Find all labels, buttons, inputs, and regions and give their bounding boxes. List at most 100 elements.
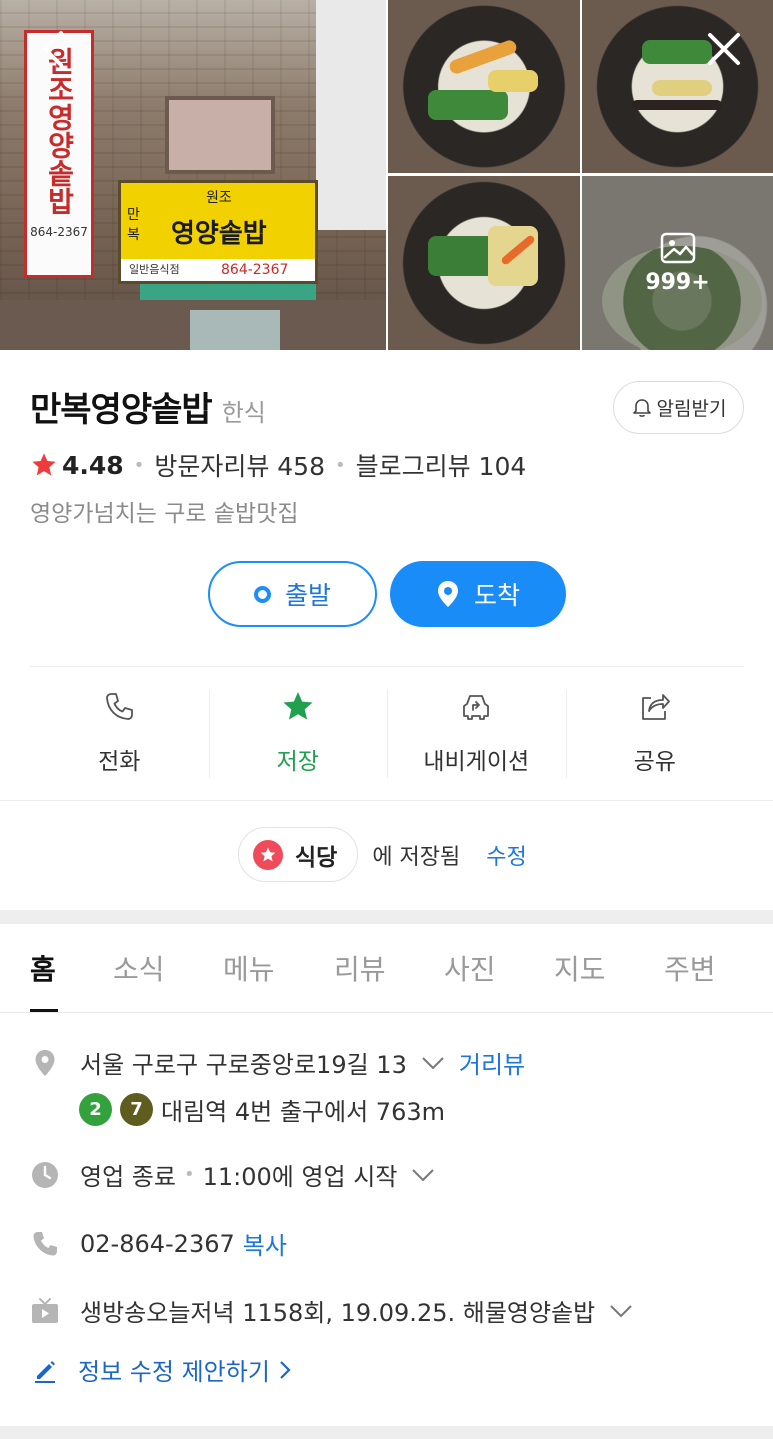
edit-saved-link[interactable]: 수정: [486, 839, 526, 871]
food-detail: [652, 80, 712, 96]
navigation-label: 내비게이션: [423, 749, 530, 775]
tv-text: 생방송오늘저녁 1158회, 19.09.25. 해물영양솥밥: [80, 1299, 596, 1327]
photo-count: 999+: [645, 269, 710, 295]
food-detail: [632, 100, 722, 110]
sky: [316, 0, 386, 230]
divider: [0, 800, 773, 801]
tab-bar: 홈 소식 메뉴 리뷰 사진 지도 주변: [0, 924, 773, 1013]
saved-folder-name: 식당: [295, 844, 338, 871]
car-icon: [463, 695, 490, 720]
chevron-right-icon: [280, 1360, 291, 1379]
share-action[interactable]: 공유: [565, 688, 745, 780]
suggest-edit-label: 정보 수정 제안하기: [78, 1358, 270, 1386]
copy-phone-link[interactable]: 복사: [243, 1226, 287, 1261]
subway-text: 대림역 4번 출구에서 763m: [161, 1098, 445, 1126]
place-description: 영양가넘치는 구로 솥밥맛집: [30, 501, 299, 527]
bell-icon: [632, 398, 651, 417]
main-sign: 원조 만복 영양솥밥 일반음식점 864-2367: [118, 180, 318, 284]
phone-icon: [33, 1231, 57, 1255]
chevron-down-icon[interactable]: [421, 1056, 445, 1070]
separator-dot: •: [334, 454, 346, 476]
location-pin-icon: [437, 581, 458, 607]
main-sign-left: 만복: [127, 207, 140, 243]
food-detail: [428, 90, 508, 120]
main-sign-phone-number: 864-2367: [221, 262, 289, 278]
tv-row[interactable]: 생방송오늘저녁 1158회, 19.09.25. 해물영양솥밥: [30, 1293, 633, 1328]
food-detail: [488, 70, 538, 92]
chevron-down-icon[interactable]: [609, 1304, 633, 1318]
hours-row[interactable]: 영업 종료 • 11:00에 영업 시작: [30, 1157, 435, 1192]
folder-badge: [253, 839, 283, 870]
separator-dot: •: [133, 454, 145, 476]
street-view-link[interactable]: 거리뷰: [459, 1045, 525, 1080]
hours-next: 11:00에 영업 시작: [202, 1163, 398, 1191]
notify-label: 알림받기: [656, 398, 727, 420]
call-action[interactable]: 전화: [30, 688, 209, 780]
chevron-down-icon[interactable]: [411, 1168, 435, 1182]
title-row: 만복영양솥밥 한식: [30, 382, 266, 431]
tv-icon: [32, 1297, 58, 1323]
tab-menu[interactable]: 메뉴: [223, 948, 275, 988]
save-action[interactable]: 저장: [208, 688, 388, 780]
phone-number[interactable]: 02-864-2367: [80, 1230, 235, 1258]
saved-folder-chip[interactable]: 식당: [238, 827, 359, 882]
vertical-sign-phone: 864-2367: [30, 225, 88, 239]
close-button[interactable]: [699, 24, 749, 74]
main-sign-small: 원조: [206, 190, 232, 206]
food-photo-1[interactable]: [388, 0, 580, 173]
tab-map[interactable]: 지도: [554, 948, 606, 988]
tab-review[interactable]: 리뷰: [334, 948, 386, 988]
store-door: [190, 310, 280, 350]
main-sign-text: 영양솥밥: [171, 219, 267, 249]
rating-value: 4.48: [62, 450, 124, 480]
tab-home[interactable]: 홈: [30, 948, 56, 988]
place-name: 만복영양솥밥: [30, 390, 213, 430]
food-photo-3[interactable]: [388, 176, 580, 350]
divider: [30, 666, 744, 667]
hours-status: 영업 종료: [80, 1163, 176, 1191]
save-label: 저장: [276, 749, 319, 775]
back-arrow-icon: [43, 31, 63, 67]
phone-row: 02-864-2367 복사: [30, 1226, 287, 1261]
address-text[interactable]: 서울 구로구 구로중앙로19길 13: [80, 1045, 407, 1080]
subway-line-badge: 2: [79, 1093, 112, 1126]
notify-button[interactable]: 알림받기: [613, 381, 744, 434]
suggest-edit-link[interactable]: 정보 수정 제안하기: [32, 1352, 292, 1387]
route-buttons: 출발 도착: [208, 561, 566, 627]
separator-dot: •: [183, 1164, 195, 1185]
rating-star-icon: [32, 453, 56, 476]
tab-nearby[interactable]: 주변: [664, 948, 716, 988]
start-dot-icon: [253, 585, 271, 603]
blog-reviews-link[interactable]: 블로그리뷰 104: [356, 447, 527, 483]
star-icon: [283, 692, 313, 720]
share-label: 공유: [633, 749, 676, 775]
saved-status: 식당 에 저장됨 수정: [238, 827, 527, 882]
clock-icon: [32, 1161, 58, 1188]
call-label: 전화: [98, 749, 141, 775]
more-photos-overlay[interactable]: 999+: [582, 176, 773, 350]
pencil-icon: [35, 1360, 55, 1383]
start-label: 출발: [284, 581, 331, 610]
main-sign-bottom-left: 일반음식점: [129, 263, 180, 276]
start-button[interactable]: 출발: [208, 561, 377, 627]
tab-photos[interactable]: 사진: [444, 948, 496, 988]
place-category: 한식: [221, 399, 266, 427]
close-icon: [708, 33, 740, 65]
photo-gallery[interactable]: 원조영양솥밥 864-2367 원조 만복 영양솥밥 일반음식점 864-236…: [0, 0, 773, 350]
arrive-button[interactable]: 도착: [390, 561, 566, 627]
share-icon: [641, 694, 670, 720]
back-button[interactable]: [28, 24, 78, 74]
arrive-label: 도착: [473, 581, 520, 610]
phone-icon: [106, 693, 134, 720]
star-icon: [260, 847, 276, 861]
saved-text: 에 저장됨: [372, 844, 461, 870]
location-pin-icon: [35, 1049, 55, 1076]
section-gap: [0, 1426, 773, 1439]
active-tab-indicator: [30, 1009, 58, 1012]
tab-news[interactable]: 소식: [113, 948, 165, 988]
subway-line-badge: 7: [120, 1093, 153, 1126]
visitor-reviews-link[interactable]: 방문자리뷰 458: [154, 447, 325, 483]
main-sign-phone: 일반음식점 864-2367: [121, 259, 315, 281]
navigation-action[interactable]: 내비게이션: [387, 688, 566, 780]
action-bar: 전화 저장 내비게이션 공유: [30, 688, 744, 780]
